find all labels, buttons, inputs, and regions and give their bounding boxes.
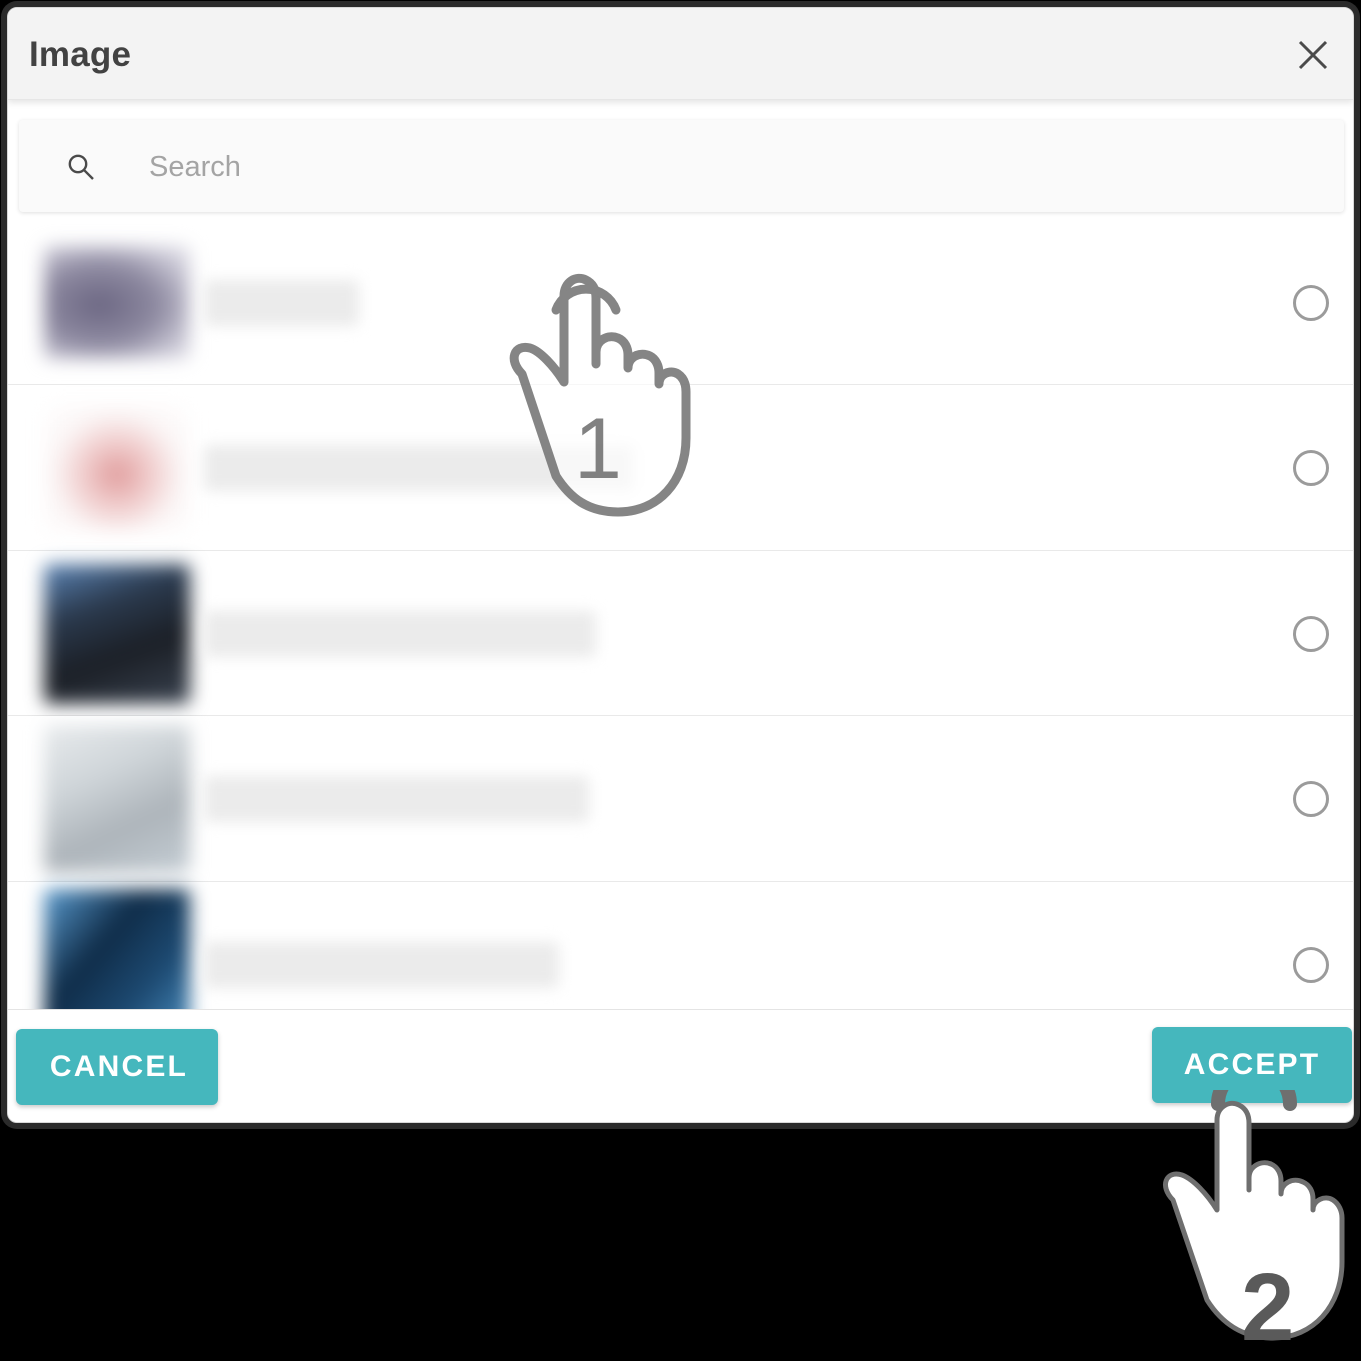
search-icon: [68, 154, 94, 180]
cancel-button[interactable]: CANCEL: [16, 1029, 218, 1105]
gesture-hand-2: 2: [1133, 1061, 1361, 1356]
dialog-header: Image: [8, 8, 1353, 100]
dialog-body: Image Search CANCEL: [8, 8, 1353, 1122]
list-item-label: [204, 776, 589, 823]
close-button[interactable]: [1291, 33, 1335, 77]
list-item-label: [204, 610, 596, 657]
list-item-radio[interactable]: [1293, 285, 1329, 321]
image-list[interactable]: [8, 220, 1353, 1009]
list-item-radio[interactable]: [1293, 946, 1329, 983]
list-item[interactable]: [8, 716, 1353, 882]
thumbnail: [44, 563, 190, 704]
search-input[interactable]: [147, 120, 1301, 214]
thumbnail: [44, 405, 190, 532]
list-item-radio[interactable]: [1293, 450, 1329, 487]
list-item-radio[interactable]: [1293, 615, 1329, 652]
dialog-title: Image: [29, 35, 132, 74]
list-item[interactable]: [8, 881, 1353, 1009]
list-item-label: [204, 445, 634, 492]
image-picker-dialog: Image Search CANCEL: [7, 7, 1354, 1123]
screen-backdrop: Image Search CANCEL ACCEPT 1 2: [0, 0, 1361, 1356]
hand-tap-icon: [1163, 1061, 1345, 1341]
thumbnail: [44, 725, 190, 874]
accept-button[interactable]: ACCEPT: [1152, 1027, 1352, 1103]
list-item-radio[interactable]: [1293, 781, 1329, 818]
thumbnail: [44, 888, 190, 1009]
list-item[interactable]: [8, 220, 1353, 386]
search-field[interactable]: [19, 120, 1344, 214]
close-icon: [1298, 40, 1328, 70]
thumbnail: [44, 246, 190, 359]
list-item-label: [204, 280, 359, 326]
list-item[interactable]: [8, 385, 1353, 551]
list-item-label: [204, 941, 559, 988]
list-item[interactable]: [8, 550, 1353, 717]
gesture-step-number: 2: [1241, 1254, 1295, 1361]
